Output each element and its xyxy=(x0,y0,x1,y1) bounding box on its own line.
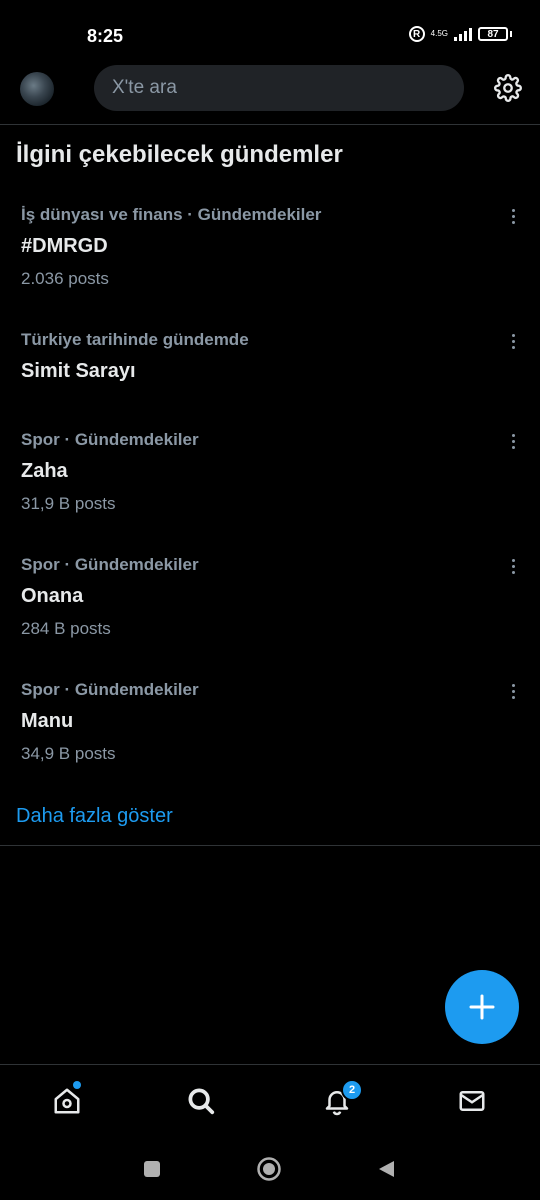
back-button[interactable] xyxy=(376,1159,396,1184)
more-options-icon[interactable] xyxy=(500,328,526,354)
network-type: 4.5G xyxy=(430,29,448,38)
divider xyxy=(0,845,540,846)
search-icon xyxy=(188,1088,215,1115)
home-button[interactable] xyxy=(256,1156,282,1187)
trend-category: Spor · Gündemdekiler xyxy=(21,430,199,449)
compose-button[interactable] xyxy=(445,970,519,1044)
trend-name: Manu xyxy=(21,710,74,732)
trend-category: Türkiye tarihinde gündemde xyxy=(21,330,249,349)
home-notification-dot xyxy=(73,1081,81,1089)
more-options-icon[interactable] xyxy=(500,428,526,454)
avatar[interactable] xyxy=(20,72,54,106)
battery-tip xyxy=(510,31,512,37)
trend-name: Zaha xyxy=(21,460,68,482)
more-options-icon[interactable] xyxy=(500,678,526,704)
home-icon xyxy=(54,1088,80,1114)
mail-icon xyxy=(459,1091,485,1111)
trend-name: Onana xyxy=(21,585,84,607)
recent-apps-button[interactable] xyxy=(143,1160,161,1183)
status-icons: R 4.5G 87 xyxy=(408,26,512,42)
registered-icon: R xyxy=(408,26,425,42)
search-input[interactable] xyxy=(110,76,464,100)
trend-count: 284 B posts xyxy=(21,619,111,638)
trend-category: Spor · Gündemdekiler xyxy=(21,555,199,574)
tab-home[interactable] xyxy=(51,1081,83,1117)
trend-category: İş dünyası ve finans · Gündemdekiler xyxy=(21,205,322,224)
tab-notifications[interactable]: 2 xyxy=(321,1079,363,1117)
signal-icon xyxy=(454,27,472,41)
trend-name: Simit Sarayı xyxy=(21,360,136,382)
trend-count: 2.036 posts xyxy=(21,269,109,288)
search-box[interactable] xyxy=(94,65,464,111)
tab-search[interactable] xyxy=(185,1085,217,1117)
trend-category: Spor · Gündemdekiler xyxy=(21,680,199,699)
top-header xyxy=(0,64,540,125)
bottom-tab-bar: 2 xyxy=(0,1064,540,1140)
more-options-icon[interactable] xyxy=(500,553,526,579)
battery-icon: 87 xyxy=(478,27,508,41)
status-time: 8:25 xyxy=(87,26,124,46)
trend-count: 31,9 B posts xyxy=(21,494,116,513)
more-options-icon[interactable] xyxy=(500,203,526,229)
trend-name: #DMRGD xyxy=(21,235,108,257)
square-icon xyxy=(144,1161,160,1177)
trend-count: 34,9 B posts xyxy=(21,744,116,763)
circle-icon xyxy=(257,1157,281,1181)
plus-icon xyxy=(469,994,495,1020)
back-triangle-icon xyxy=(379,1161,394,1177)
section-title: İlgini çekebilecek gündemler xyxy=(16,141,343,168)
notification-badge: 2 xyxy=(341,1079,363,1101)
show-more-link[interactable]: Daha fazla göster xyxy=(16,805,173,828)
status-bar: 8:25 R 4.5G 87 xyxy=(0,0,540,70)
system-nav-bar xyxy=(0,1140,540,1200)
tab-messages[interactable] xyxy=(456,1085,488,1117)
gear-icon[interactable] xyxy=(494,74,522,102)
